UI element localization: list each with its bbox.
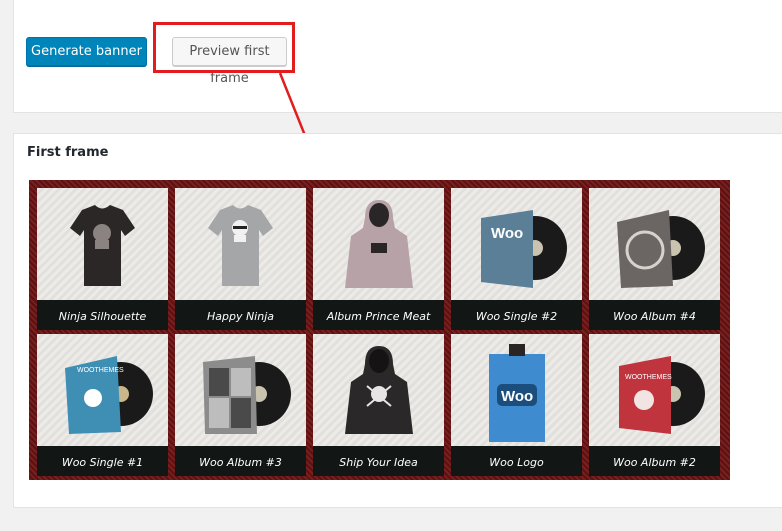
product-caption: Ninja Silhouette — [37, 300, 168, 330]
vinyl-record-image — [617, 210, 705, 288]
generate-banner-button[interactable]: Generate banner — [26, 37, 147, 66]
product-tile: Woo Woo Single #2 — [451, 188, 582, 330]
product-tile: Woo Album #4 — [589, 188, 720, 330]
product-caption: Woo Album #4 — [589, 300, 720, 330]
woo-logo-text: Woo — [491, 225, 523, 242]
vinyl-record-image — [203, 356, 291, 434]
highlight-annotation-box — [153, 22, 295, 73]
product-caption: Happy Ninja — [175, 300, 306, 330]
tshirt-image — [208, 205, 273, 286]
first-frame-panel: First frame Ninja Silhouette Happy Ninja — [13, 133, 782, 508]
vinyl-record-image: WOOTHEMES — [619, 356, 705, 434]
product-caption: Woo Single #2 — [451, 300, 582, 330]
woo-logo-text: Woo — [501, 388, 533, 405]
product-caption: Woo Album #3 — [175, 446, 306, 476]
banner-preview: Ninja Silhouette Happy Ninja Album Princ… — [29, 180, 730, 480]
product-caption: Woo Single #1 — [37, 446, 168, 476]
product-caption: Woo Logo — [451, 446, 582, 476]
woothemes-label-text: WOOTHEMES — [77, 367, 124, 374]
tshirt-image — [70, 205, 135, 286]
hoodie-image — [345, 200, 413, 288]
product-tile: Ninja Silhouette — [37, 188, 168, 330]
woothemes-label-text: WOOTHEMES — [625, 374, 672, 381]
section-title: First frame — [27, 145, 109, 160]
poster-image: Woo — [489, 344, 545, 442]
actions-panel: Generate banner Preview first frame — [13, 0, 782, 113]
product-caption: Album Prince Meat — [313, 300, 444, 330]
product-caption: Woo Album #2 — [589, 446, 720, 476]
vinyl-record-image: Woo — [481, 210, 567, 288]
hoodie-image — [345, 346, 413, 434]
product-tile: Album Prince Meat — [313, 188, 444, 330]
product-tile: Woo Woo Logo — [451, 334, 582, 476]
product-tile: WOOTHEMES Woo Single #1 — [37, 334, 168, 476]
vinyl-record-image: WOOTHEMES — [65, 356, 153, 434]
product-tile: Ship Your Idea — [313, 334, 444, 476]
product-tile: WOOTHEMES Woo Album #2 — [589, 334, 720, 476]
product-caption: Ship Your Idea — [313, 446, 444, 476]
product-tile: Happy Ninja — [175, 188, 306, 330]
product-tile: Woo Album #3 — [175, 334, 306, 476]
